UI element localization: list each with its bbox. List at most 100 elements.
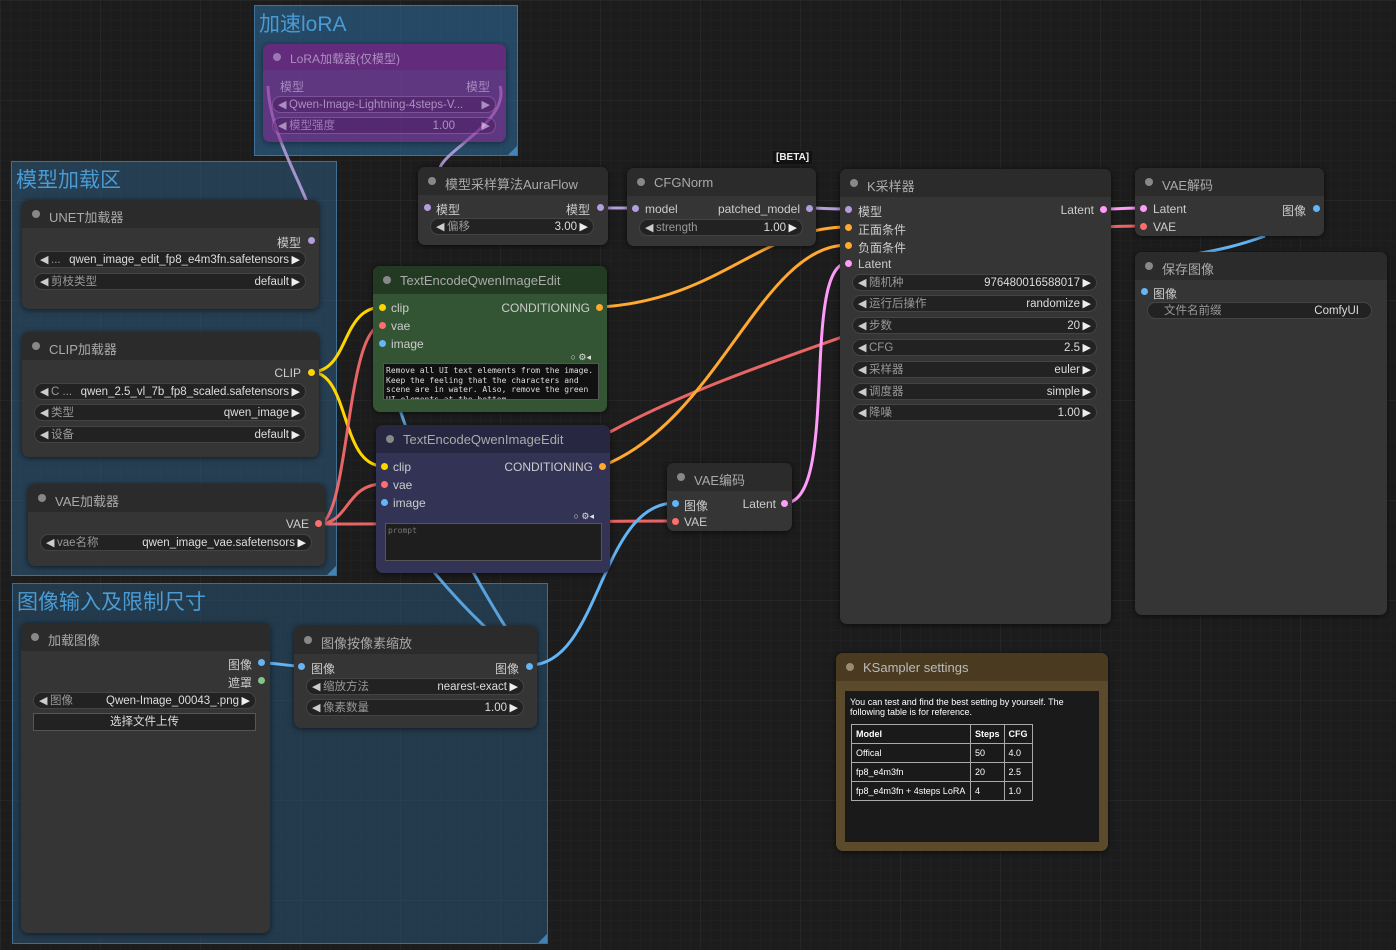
input-negative[interactable]: 负面条件: [858, 239, 906, 256]
control-after-generate-widget[interactable]: ◀ 运行后操作 randomize ▶: [852, 295, 1097, 312]
input-latent-dot[interactable]: [1140, 205, 1147, 212]
output-vae[interactable]: VAE: [286, 517, 309, 531]
output-image-dot[interactable]: [1313, 205, 1320, 212]
input-negative-dot[interactable]: [845, 242, 852, 249]
arrow-right-icon[interactable]: ▶: [242, 693, 250, 709]
unet-loader-node[interactable]: UNET加载器 模型 ◀ ... qwen_image_edit_fp8_e4m…: [22, 200, 319, 309]
output-image-dot[interactable]: [526, 663, 533, 670]
arrow-right-icon[interactable]: ▶: [580, 219, 588, 235]
arrow-right-icon[interactable]: ▶: [1083, 296, 1091, 312]
clip-device-widget[interactable]: ◀ 设备 default ▶: [34, 426, 306, 443]
output-conditioning-dot[interactable]: [596, 304, 603, 311]
input-clip[interactable]: clip: [393, 460, 411, 474]
vae-name-widget[interactable]: ◀ vae名称 qwen_image_vae.safetensors ▶: [40, 534, 312, 551]
arrow-right-icon[interactable]: ▶: [292, 427, 300, 443]
arrow-left-icon[interactable]: ◀: [278, 97, 286, 113]
group-resize-handle[interactable]: [538, 934, 547, 943]
clip-loader-node[interactable]: CLIP加载器 CLIP ◀ C ... qwen_2.5_vl_7b_fp8_…: [22, 332, 319, 457]
arrow-left-icon[interactable]: ◀: [436, 219, 444, 235]
unet-name-widget[interactable]: ◀ ... qwen_image_edit_fp8_e4m3fn.safeten…: [34, 251, 306, 268]
denoise-widget[interactable]: ◀ 降噪 1.00 ▶: [852, 404, 1097, 421]
speaker-icon[interactable]: ◂: [589, 511, 594, 521]
arrow-left-icon[interactable]: ◀: [645, 220, 653, 236]
prompt-textarea[interactable]: prompt: [385, 523, 602, 561]
node-header[interactable]: 图像按像素缩放: [294, 626, 537, 654]
speaker-icon[interactable]: ◂: [586, 352, 591, 362]
output-latent-dot[interactable]: [1100, 206, 1107, 213]
node-header[interactable]: TextEncodeQwenImageEdit: [376, 425, 610, 453]
input-image-dot[interactable]: [1141, 288, 1148, 295]
node-header[interactable]: 加载图像: [21, 623, 270, 651]
output-model-dot[interactable]: [308, 237, 315, 244]
arrow-right-icon[interactable]: ▶: [1083, 384, 1091, 400]
node-header[interactable]: UNET加载器: [22, 200, 319, 228]
load-image-node[interactable]: 加载图像 图像 遮罩 ◀ 图像 Qwen-Image_00043_.png ▶ 选择文…: [21, 623, 270, 933]
circle-icon[interactable]: ○: [570, 352, 575, 362]
output-latent-dot[interactable]: [781, 500, 788, 507]
node-header[interactable]: K采样器: [840, 169, 1111, 197]
input-image[interactable]: 图像: [1153, 285, 1177, 302]
output-latent[interactable]: Latent: [1061, 203, 1094, 217]
input-positive[interactable]: 正面条件: [858, 221, 906, 238]
lora-strength-widget[interactable]: ◀ 模型强度 1.00 ▶: [272, 117, 496, 134]
node-header[interactable]: VAE编码: [667, 463, 792, 491]
output-model[interactable]: 模型: [277, 234, 301, 251]
arrow-left-icon[interactable]: ◀: [312, 700, 320, 716]
lora-name-widget[interactable]: ◀ Qwen-Image-Lightning-4steps-V... ▶: [272, 96, 496, 113]
input-vae[interactable]: vae: [393, 478, 412, 492]
arrow-left-icon[interactable]: ◀: [40, 427, 48, 443]
input-model[interactable]: model: [645, 202, 678, 216]
input-model-dot[interactable]: [845, 206, 852, 213]
arrow-left-icon[interactable]: ◀: [40, 384, 48, 400]
arrow-right-icon[interactable]: ▶: [292, 384, 300, 400]
input-vae-dot[interactable]: [672, 518, 679, 525]
arrow-right-icon[interactable]: ▶: [1083, 405, 1091, 421]
arrow-right-icon[interactable]: ▶: [292, 252, 300, 268]
arrow-left-icon[interactable]: ◀: [858, 275, 866, 291]
arrow-right-icon[interactable]: ▶: [482, 118, 490, 134]
arrow-right-icon[interactable]: ▶: [292, 274, 300, 290]
output-vae-dot[interactable]: [315, 520, 322, 527]
output-latent[interactable]: Latent: [743, 497, 776, 511]
node-header[interactable]: CLIP加载器: [22, 332, 319, 360]
image-select-widget[interactable]: ◀ 图像 Qwen-Image_00043_.png ▶: [33, 692, 256, 709]
input-vae-dot[interactable]: [1140, 223, 1147, 230]
output-clip[interactable]: CLIP: [274, 366, 301, 380]
text-encode-positive-node[interactable]: TextEncodeQwenImageEdit clip vae image C…: [373, 266, 607, 412]
output-image[interactable]: 图像: [495, 660, 519, 677]
input-image[interactable]: image: [391, 337, 424, 351]
output-model[interactable]: 模型: [466, 78, 490, 95]
arrow-right-icon[interactable]: ▶: [298, 535, 306, 551]
scheduler-widget[interactable]: ◀ 调度器 simple ▶: [852, 383, 1097, 400]
arrow-right-icon[interactable]: ▶: [1083, 362, 1091, 378]
node-header[interactable]: LoRA加载器(仅模型): [263, 44, 506, 70]
arrow-left-icon[interactable]: ◀: [858, 318, 866, 334]
node-header[interactable]: VAE解码: [1135, 168, 1324, 196]
input-clip[interactable]: clip: [391, 301, 409, 315]
arrow-left-icon[interactable]: ◀: [858, 405, 866, 421]
arrow-right-icon[interactable]: ▶: [1083, 275, 1091, 291]
text-encode-negative-node[interactable]: TextEncodeQwenImageEdit clip vae image C…: [376, 425, 610, 573]
output-mask[interactable]: 遮罩: [228, 674, 252, 691]
arrow-right-icon[interactable]: ▶: [1083, 340, 1091, 356]
cfg-widget[interactable]: ◀ CFG 2.5 ▶: [852, 339, 1097, 356]
arrow-left-icon[interactable]: ◀: [40, 274, 48, 290]
node-header[interactable]: 模型采样算法AuraFlow: [418, 167, 608, 195]
sampler-widget[interactable]: ◀ 采样器 euler ▶: [852, 361, 1097, 378]
arrow-left-icon[interactable]: ◀: [858, 340, 866, 356]
input-latent[interactable]: Latent: [1153, 202, 1186, 216]
input-image-dot[interactable]: [672, 500, 679, 507]
output-patched-model[interactable]: patched_model: [718, 202, 800, 216]
output-model[interactable]: 模型: [566, 201, 590, 218]
input-image-dot[interactable]: [379, 340, 386, 347]
cfgnorm-node[interactable]: CFGNorm model patched_model ◀ strength 1…: [627, 168, 816, 246]
clip-type-widget[interactable]: ◀ 类型 qwen_image ▶: [34, 404, 306, 421]
node-header[interactable]: KSampler settings: [836, 653, 1108, 681]
megapixels-widget[interactable]: ◀ 像素数量 1.00 ▶: [306, 699, 524, 716]
input-image[interactable]: 图像: [684, 497, 708, 514]
output-clip-dot[interactable]: [308, 369, 315, 376]
auraflow-node[interactable]: 模型采样算法AuraFlow 模型 模型 ◀ 偏移 3.00 ▶: [418, 167, 608, 245]
input-vae-dot[interactable]: [379, 322, 386, 329]
arrow-left-icon[interactable]: ◀: [312, 679, 320, 695]
output-model-dot[interactable]: [806, 205, 813, 212]
